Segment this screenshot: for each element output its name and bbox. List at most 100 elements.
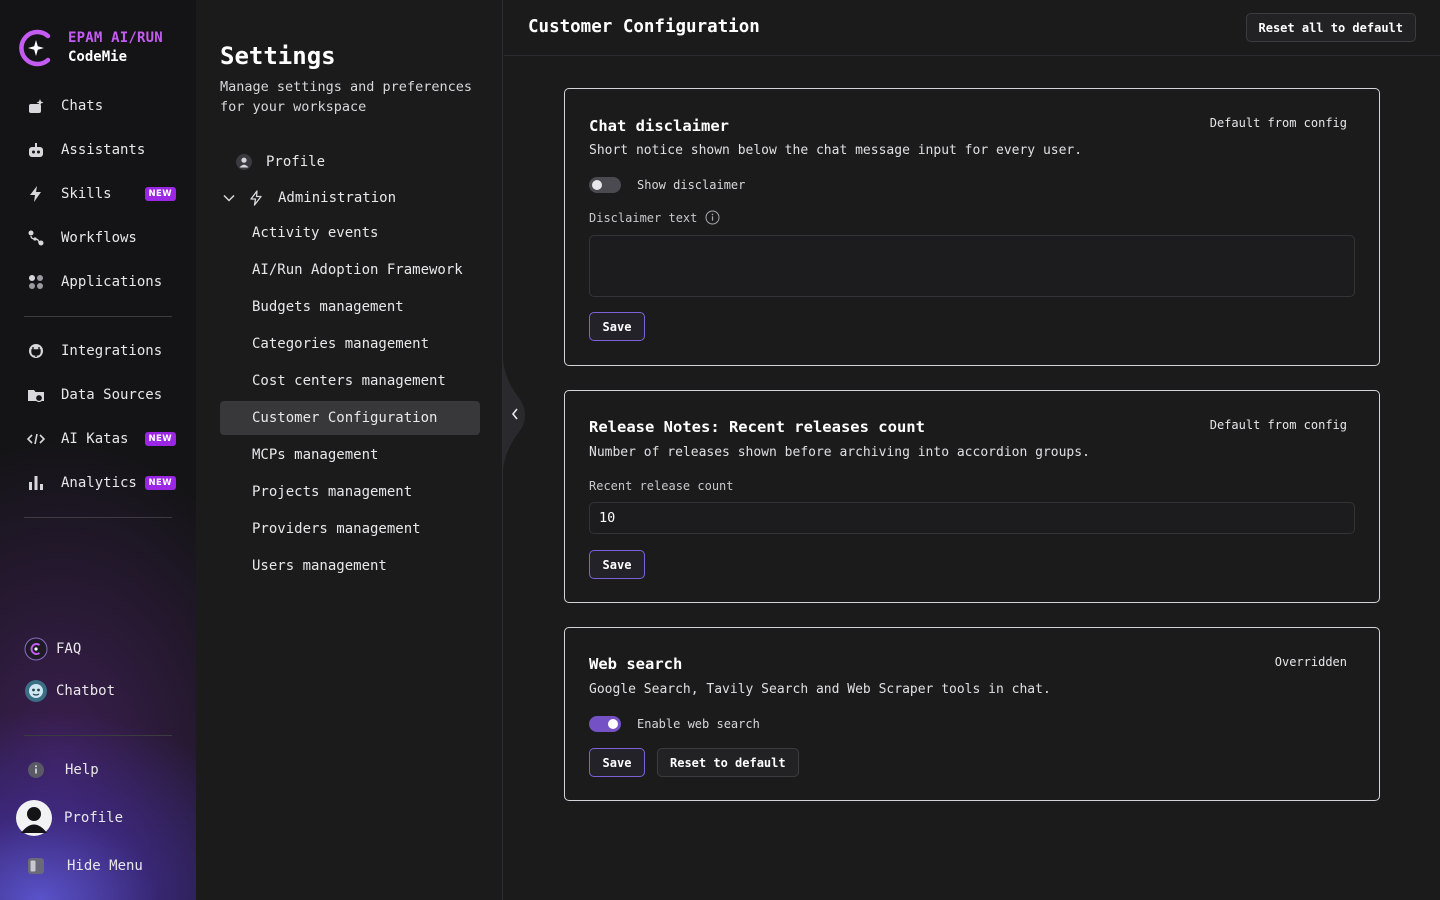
nav-skills[interactable]: Skills NEW (24, 178, 184, 210)
nav-label: Workflows (61, 230, 137, 246)
code-icon (24, 427, 48, 451)
nav-label: Analytics (61, 475, 137, 491)
nav-label: Applications (61, 274, 163, 290)
save-button[interactable]: Save (589, 550, 645, 579)
integrations-icon (24, 339, 48, 363)
nav-label: Assistants (61, 142, 146, 158)
hide-menu-button[interactable]: Hide Menu (24, 850, 174, 882)
lightning-icon (24, 182, 48, 206)
nav-integrations[interactable]: Integrations (24, 335, 184, 367)
avatar (16, 800, 52, 836)
settings-sub-item[interactable]: Categories management (220, 327, 480, 361)
settings-sub-item[interactable]: Providers management (220, 512, 480, 546)
nav-label: Chatbot (56, 683, 116, 699)
status-badge: Overridden (1274, 655, 1347, 669)
reset-to-default-button[interactable]: Reset to default (657, 748, 799, 777)
settings-sub-item[interactable]: Budgets management (220, 290, 480, 324)
nav-label: Skills (61, 186, 112, 202)
new-badge: NEW (144, 476, 176, 490)
chevron-left-icon (510, 406, 520, 422)
nav-help[interactable]: Help (24, 754, 174, 786)
brand-name: EPAM AI/RUN (68, 30, 163, 46)
settings-sub-item[interactable]: Cost centers management (220, 364, 480, 398)
nav-label: Chats (61, 98, 104, 114)
chevron-down-icon (222, 191, 236, 205)
settings-profile-label: Profile (266, 154, 326, 170)
main-content: Customer Configuration Reset all to defa… (504, 0, 1440, 900)
recent-release-count-label: Recent release count (589, 479, 734, 493)
settings-sub-item-active[interactable]: Customer Configuration (220, 401, 480, 435)
status-badge: Default from config (1209, 116, 1347, 130)
new-badge: NEW (144, 432, 176, 446)
codemie-logo-icon (19, 29, 51, 67)
bar-chart-icon (24, 471, 48, 495)
card-title: Chat disclaimer (589, 117, 729, 135)
nav-chats[interactable]: Chats (24, 90, 184, 122)
user-circle-icon (236, 154, 252, 170)
info-icon[interactable] (705, 210, 720, 225)
settings-administration-group[interactable]: Administration (222, 181, 396, 215)
settings-sub-item[interactable]: Activity events (220, 216, 480, 250)
settings-sub-item[interactable]: AI/Run Adoption Framework (220, 253, 480, 287)
disclaimer-text-label: Disclaimer text (589, 210, 698, 225)
settings-sub-item[interactable]: Projects management (220, 475, 480, 509)
settings-sub-item[interactable]: MCPs management (220, 438, 480, 472)
nav-divider (24, 517, 172, 518)
recent-release-count-input[interactable]: 10 (589, 502, 1355, 534)
brand[interactable]: EPAM AI/RUN CodeMie (18, 28, 163, 68)
chats-icon (24, 94, 48, 118)
faq-icon (24, 637, 48, 661)
page-title: Customer Configuration (528, 17, 760, 37)
nav-applications[interactable]: Applications (24, 266, 184, 298)
nav-chatbot[interactable]: Chatbot (24, 675, 174, 707)
nav-label: Help (65, 762, 99, 778)
nav-faq[interactable]: FAQ (24, 633, 174, 665)
nav-ai-katas[interactable]: AI Katas NEW (24, 423, 184, 455)
field-label: Disclaimer text (589, 210, 720, 225)
status-badge: Default from config (1209, 418, 1347, 432)
nav-label: FAQ (56, 641, 82, 657)
workflow-icon (24, 226, 48, 250)
chat-disclaimer-card: Chat disclaimer Default from config Shor… (564, 88, 1380, 366)
card-description: Google Search, Tavily Search and Web Scr… (589, 682, 1051, 697)
nav-label: Hide Menu (67, 858, 143, 874)
product-name: CodeMie (68, 49, 128, 65)
save-button[interactable]: Save (589, 748, 645, 777)
nav-label: Integrations (61, 343, 163, 359)
settings-panel: Settings Manage settings and preferences… (196, 0, 503, 900)
main-nav: EPAM AI/RUN CodeMie Chats Assistants Ski… (0, 0, 196, 900)
nav-label: Profile (64, 810, 124, 826)
show-disclaimer-toggle[interactable] (589, 177, 621, 193)
disclaimer-textarea[interactable] (589, 235, 1355, 297)
apps-grid-icon (24, 270, 48, 294)
save-button[interactable]: Save (589, 312, 645, 341)
nav-label: Data Sources (61, 387, 163, 403)
new-badge: NEW (144, 187, 176, 201)
settings-sub-item[interactable]: Users management (220, 549, 480, 583)
chatbot-icon (24, 679, 48, 703)
card-title: Release Notes: Recent releases count (589, 418, 925, 436)
toggle-label: Enable web search (637, 717, 760, 731)
nav-analytics[interactable]: Analytics NEW (24, 467, 184, 499)
settings-subtitle: Manage settings and preferences for your… (220, 79, 472, 115)
nav-assistants[interactable]: Assistants (24, 134, 184, 166)
settings-profile-item[interactable]: Profile (236, 145, 325, 179)
nav-label: AI Katas (61, 431, 129, 447)
reset-all-button[interactable]: Reset all to default (1245, 13, 1416, 42)
robot-icon (24, 138, 48, 162)
nav-data-sources[interactable]: Data Sources (24, 379, 184, 411)
sidebar-toggle-icon (24, 854, 48, 878)
page-header: Customer Configuration Reset all to defa… (504, 0, 1440, 56)
nav-divider (24, 316, 172, 317)
nav-workflows[interactable]: Workflows (24, 222, 184, 254)
card-title: Web search (589, 655, 683, 673)
release-notes-card: Release Notes: Recent releases count Def… (564, 390, 1380, 603)
nav-divider (24, 735, 172, 736)
settings-title: Settings (220, 42, 336, 70)
toggle-label: Show disclaimer (637, 178, 746, 192)
enable-web-search-toggle[interactable] (589, 716, 621, 732)
collapse-panel-handle[interactable] (503, 360, 527, 470)
nav-profile[interactable]: Profile (16, 800, 166, 836)
card-description: Number of releases shown before archivin… (589, 445, 1090, 460)
card-description: Short notice shown below the chat messag… (589, 143, 1083, 158)
